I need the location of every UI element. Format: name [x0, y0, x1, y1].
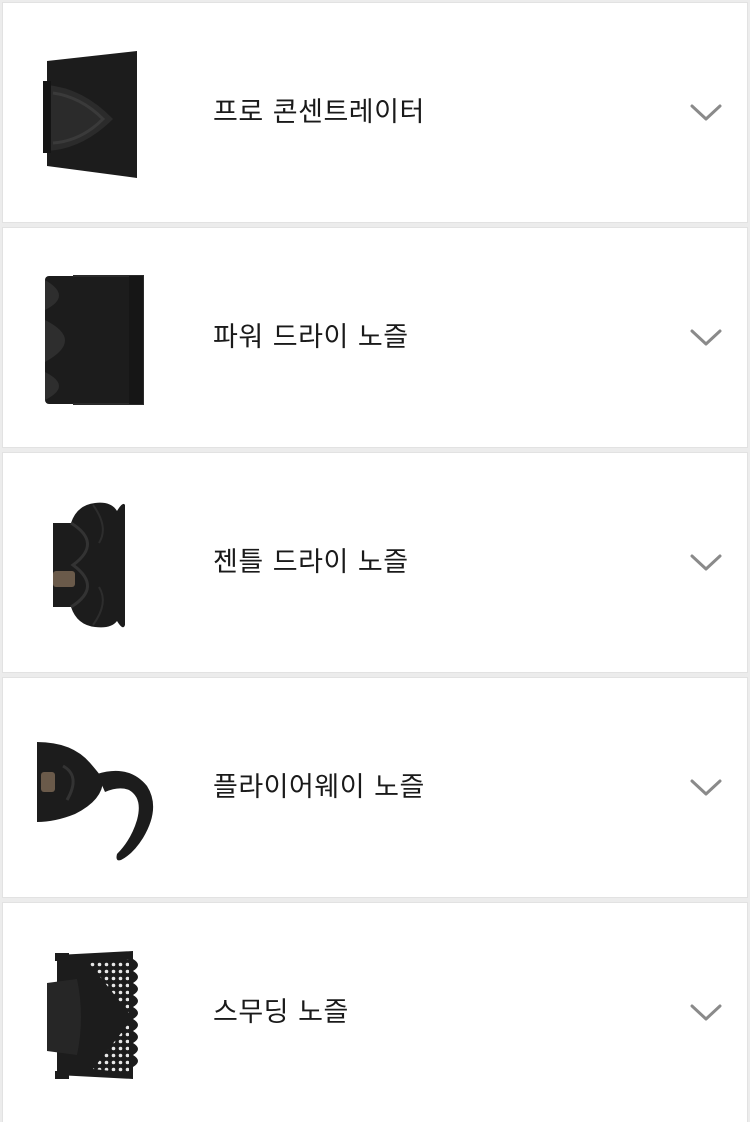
accordion-item-gentle-dry-nozzle[interactable]: 젠틀 드라이 노즐 [2, 452, 748, 673]
chevron-down-icon[interactable] [689, 776, 723, 798]
smoothing-nozzle-icon [33, 933, 163, 1093]
power-dry-nozzle-icon [33, 258, 163, 418]
chevron-down-icon[interactable] [689, 1001, 723, 1023]
accordion-item-pro-concentrator[interactable]: 프로 콘센트레이터 [2, 2, 748, 223]
accessory-accordion-list: 프로 콘센트레이터 파워 드라이 노즐 젠틀 드라이 노즐 플라이어웨이 노즐 … [0, 0, 750, 1122]
chevron-down-icon[interactable] [689, 551, 723, 573]
accordion-item-smoothing-nozzle[interactable]: 스무딩 노즐 [2, 902, 748, 1122]
accordion-item-flyaway-nozzle[interactable]: 플라이어웨이 노즐 [2, 677, 748, 898]
gentle-dry-nozzle-icon [33, 483, 163, 643]
accordion-item-label: 파워 드라이 노즐 [213, 322, 409, 353]
chevron-down-icon[interactable] [689, 101, 723, 123]
accordion-item-label: 젠틀 드라이 노즐 [213, 547, 409, 578]
accordion-item-label: 플라이어웨이 노즐 [213, 772, 425, 803]
accordion-item-power-dry-nozzle[interactable]: 파워 드라이 노즐 [2, 227, 748, 448]
accordion-item-label: 프로 콘센트레이터 [213, 97, 425, 128]
accordion-item-label: 스무딩 노즐 [213, 997, 349, 1028]
chevron-down-icon[interactable] [689, 326, 723, 348]
flyaway-nozzle-icon [33, 708, 163, 868]
pro-concentrator-icon [33, 33, 163, 193]
